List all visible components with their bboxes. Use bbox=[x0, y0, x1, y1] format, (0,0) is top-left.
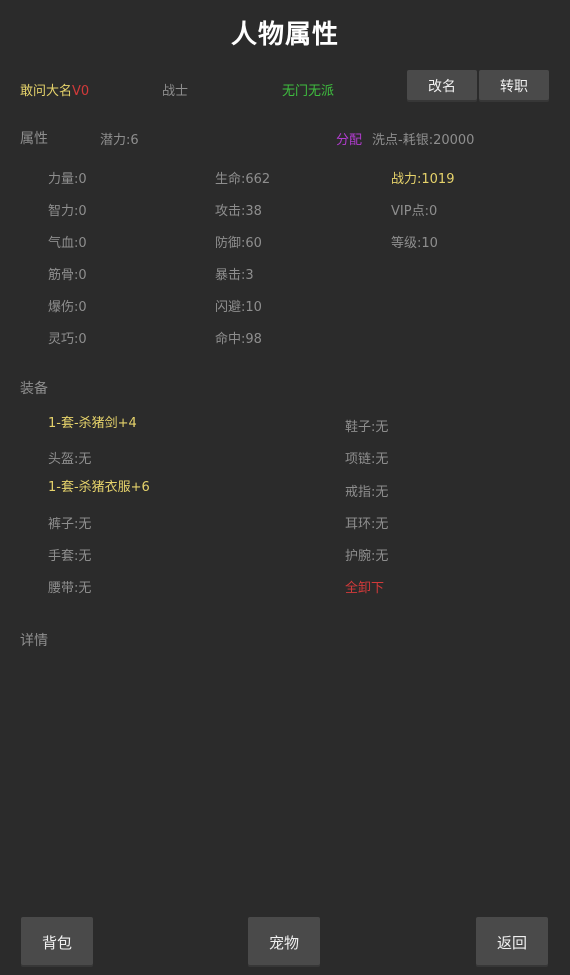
stat-hp: 生命:662 bbox=[215, 172, 271, 187]
stat-combat-power: 战力:1019 bbox=[391, 172, 455, 187]
player-name[interactable]: 敢问大名V0 bbox=[20, 80, 89, 99]
pet-button[interactable]: 宠物 bbox=[248, 917, 320, 967]
equip-armor[interactable]: 1-套-杀猪衣服+6 bbox=[48, 476, 150, 495]
equip-pants[interactable]: 裤子:无 bbox=[48, 513, 91, 532]
backpack-button[interactable]: 背包 bbox=[21, 917, 93, 967]
player-class: 战士 bbox=[162, 84, 189, 99]
equip-ring[interactable]: 戒指:无 bbox=[345, 481, 388, 500]
equip-helmet[interactable]: 头盔:无 bbox=[48, 448, 91, 467]
allocate-link[interactable]: 分配 bbox=[336, 129, 362, 148]
stat-constitution: 筋骨:0 bbox=[48, 268, 87, 283]
equip-shoes[interactable]: 鞋子:无 bbox=[345, 416, 388, 435]
vip-badge: V0 bbox=[72, 84, 90, 99]
stat-agility: 灵巧:0 bbox=[48, 332, 87, 347]
stat-strength: 力量:0 bbox=[48, 172, 87, 187]
potential-points: 潜力:6 bbox=[100, 133, 139, 148]
details-section-label: 详情 bbox=[20, 633, 48, 649]
stat-attack: 攻击:38 bbox=[215, 204, 262, 219]
stat-intelligence: 智力:0 bbox=[48, 204, 87, 219]
stat-level: 等级:10 bbox=[391, 236, 438, 251]
attributes-section-label: 属性 bbox=[20, 131, 48, 147]
stat-dodge: 闪避:10 bbox=[215, 300, 262, 315]
stat-defense: 防御:60 bbox=[215, 236, 262, 251]
transfer-class-button[interactable]: 转职 bbox=[479, 70, 549, 102]
unequip-all-link[interactable]: 全卸下 bbox=[345, 577, 384, 596]
equip-earring[interactable]: 耳环:无 bbox=[345, 513, 388, 532]
stat-hit: 命中:98 bbox=[215, 332, 262, 347]
equip-bracer[interactable]: 护腕:无 bbox=[345, 545, 388, 564]
stat-vitality: 气血:0 bbox=[48, 236, 87, 251]
equip-belt[interactable]: 腰带:无 bbox=[48, 577, 91, 596]
player-faction: 无门无派 bbox=[282, 84, 335, 99]
stat-vip-points: VIP点:0 bbox=[391, 204, 438, 219]
stat-crit: 暴击:3 bbox=[215, 268, 254, 283]
back-button[interactable]: 返回 bbox=[476, 917, 548, 967]
equip-necklace[interactable]: 项链:无 bbox=[345, 448, 388, 467]
stat-crit-damage: 爆伤:0 bbox=[48, 300, 87, 315]
equip-gloves[interactable]: 手套:无 bbox=[48, 545, 91, 564]
player-name-label: 敢问大名 bbox=[20, 84, 73, 99]
page-title: 人物属性 bbox=[230, 20, 339, 50]
wash-points-cost[interactable]: 洗点-耗银:20000 bbox=[372, 129, 474, 148]
rename-button[interactable]: 改名 bbox=[407, 70, 477, 102]
equip-weapon[interactable]: 1-套-杀猪剑+4 bbox=[48, 412, 137, 431]
equipment-section-label: 装备 bbox=[20, 381, 48, 397]
